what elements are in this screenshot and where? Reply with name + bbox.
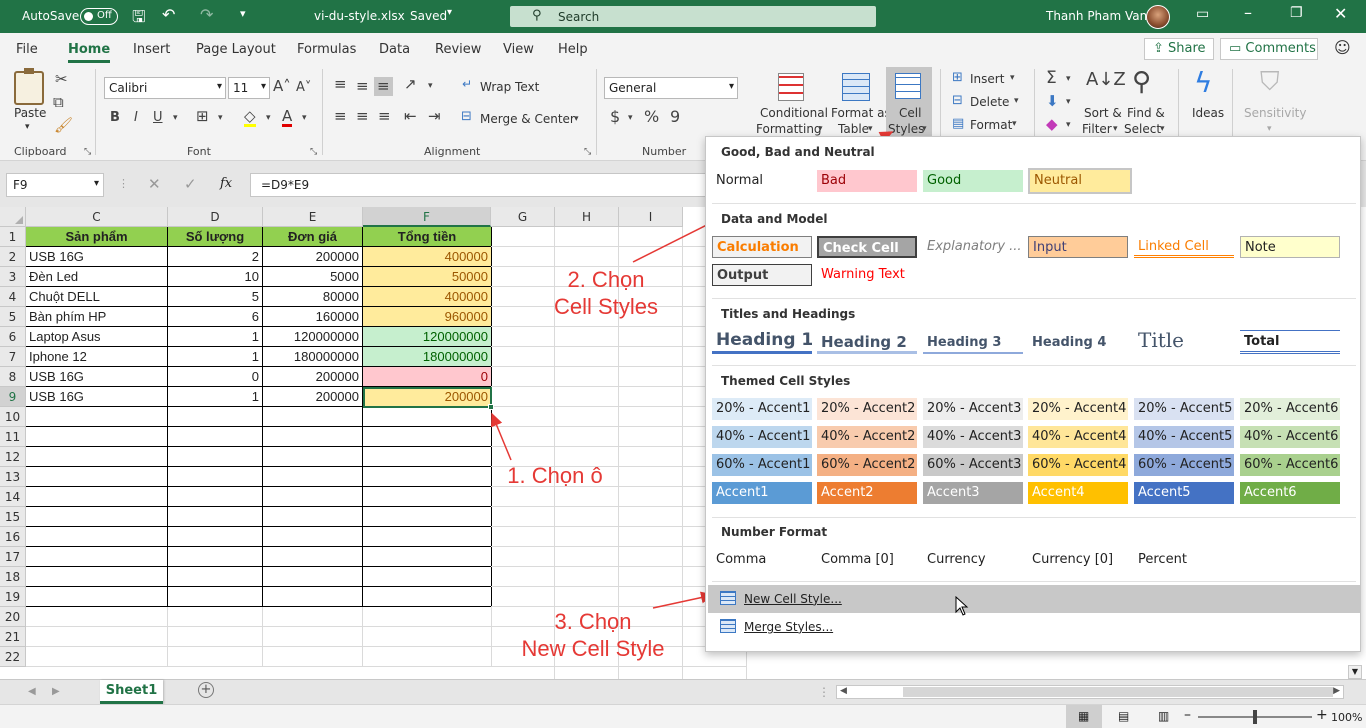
style-currency[interactable]: Currency bbox=[923, 549, 1023, 571]
style-themed-accent[interactable]: Accent3 bbox=[923, 482, 1023, 504]
add-sheet-icon[interactable]: + bbox=[198, 682, 214, 698]
scroll-left-icon[interactable]: ◀ bbox=[840, 686, 847, 696]
style-themed-accent[interactable]: 20% - Accent2 bbox=[817, 398, 917, 420]
style-themed-accent[interactable]: 20% - Accent4 bbox=[1028, 398, 1128, 420]
merge-styles-menu-item[interactable]: Merge Styles... bbox=[708, 613, 1360, 641]
style-normal[interactable]: Normal bbox=[712, 170, 812, 192]
zoom-slider[interactable] bbox=[1198, 710, 1312, 724]
page-layout-view-icon[interactable]: ▤ bbox=[1118, 709, 1129, 723]
style-comma-0[interactable]: Comma [0] bbox=[817, 549, 917, 571]
style-themed-accent[interactable]: 40% - Accent2 bbox=[817, 426, 917, 448]
annotation-step2-line1: 2. Chọn bbox=[567, 267, 645, 292]
style-themed-accent[interactable]: 60% - Accent5 bbox=[1134, 454, 1234, 476]
prev-sheet-icon[interactable]: ◀ bbox=[28, 686, 36, 697]
section-data-model: Data and Model bbox=[721, 212, 828, 226]
style-calculation[interactable]: Calculation bbox=[712, 236, 812, 258]
zoom-in-icon[interactable]: + bbox=[1316, 707, 1328, 723]
merge-styles-label: Merge Styles... bbox=[744, 620, 834, 634]
merge-styles-icon bbox=[720, 619, 736, 633]
style-themed-accent[interactable]: 60% - Accent6 bbox=[1240, 454, 1340, 476]
style-currency-0[interactable]: Currency [0] bbox=[1028, 549, 1128, 571]
style-comma[interactable]: Comma bbox=[712, 549, 812, 571]
style-themed-accent[interactable]: 60% - Accent1 bbox=[712, 454, 812, 476]
annotation-step1: 1. Chọn ô bbox=[507, 463, 603, 488]
style-themed-accent[interactable]: 20% - Accent5 bbox=[1134, 398, 1234, 420]
section-titles: Titles and Headings bbox=[721, 307, 856, 321]
divider bbox=[712, 365, 1356, 366]
scroll-down-icon[interactable]: ▼ bbox=[1348, 665, 1362, 679]
style-heading-3[interactable]: Heading 3 bbox=[923, 332, 1023, 354]
style-heading-4[interactable]: Heading 4 bbox=[1028, 332, 1128, 354]
style-themed-accent[interactable]: 40% - Accent4 bbox=[1028, 426, 1128, 448]
status-bar: ▦ ▤ ▥ – + 100% bbox=[0, 704, 1366, 728]
zoom-level[interactable]: 100% bbox=[1331, 711, 1362, 724]
scrollbar-thumb[interactable] bbox=[903, 687, 1333, 697]
style-themed-accent[interactable]: 40% - Accent1 bbox=[712, 426, 812, 448]
new-cell-style-label: New Cell Style... bbox=[744, 592, 842, 606]
style-linked-cell[interactable]: Linked Cell bbox=[1134, 236, 1234, 258]
section-themed: Themed Cell Styles bbox=[721, 374, 851, 388]
style-themed-accent[interactable]: 60% - Accent2 bbox=[817, 454, 917, 476]
new-cell-style-menu-item[interactable]: New Cell Style... bbox=[708, 585, 1360, 613]
style-themed-accent[interactable]: Accent2 bbox=[817, 482, 917, 504]
zoom-slider-thumb[interactable] bbox=[1253, 710, 1257, 724]
normal-view-icon: ▦ bbox=[1078, 709, 1090, 723]
scroll-right-icon[interactable]: ▶ bbox=[1333, 686, 1340, 696]
divider bbox=[712, 581, 1356, 582]
horizontal-scrollbar[interactable]: ◀ ▶ bbox=[836, 685, 1344, 699]
style-themed-accent[interactable]: Accent1 bbox=[712, 482, 812, 504]
next-sheet-icon[interactable]: ▶ bbox=[52, 686, 60, 697]
new-cell-style-icon bbox=[720, 591, 736, 605]
style-percent[interactable]: Percent bbox=[1134, 549, 1234, 571]
style-heading-1[interactable]: Heading 1 bbox=[712, 328, 812, 354]
style-good[interactable]: Good bbox=[923, 170, 1023, 192]
divider bbox=[712, 203, 1356, 204]
style-themed-accent[interactable]: 60% - Accent4 bbox=[1028, 454, 1128, 476]
arrow-step1 bbox=[491, 412, 512, 461]
style-input[interactable]: Input bbox=[1028, 236, 1128, 258]
style-themed-accent[interactable]: 40% - Accent6 bbox=[1240, 426, 1340, 448]
style-title[interactable]: Title bbox=[1134, 325, 1234, 353]
page-break-view-icon[interactable]: ▥ bbox=[1158, 709, 1169, 723]
section-number-format: Number Format bbox=[721, 525, 828, 539]
annotation-step3-line2: New Cell Style bbox=[521, 636, 665, 661]
annotation-step3-line1: 3. Chọn bbox=[554, 609, 632, 634]
more-icon: ⋮ bbox=[818, 685, 830, 699]
arrow-step3 bbox=[652, 591, 715, 609]
mouse-cursor-icon bbox=[955, 596, 969, 616]
divider bbox=[712, 517, 1356, 518]
style-heading-2[interactable]: Heading 2 bbox=[817, 330, 917, 354]
style-themed-accent[interactable]: 20% - Accent6 bbox=[1240, 398, 1340, 420]
style-neutral[interactable]: Neutral bbox=[1028, 168, 1132, 194]
style-themed-accent[interactable]: 60% - Accent3 bbox=[923, 454, 1023, 476]
style-themed-accent[interactable]: Accent4 bbox=[1028, 482, 1128, 504]
style-themed-accent[interactable]: 40% - Accent5 bbox=[1134, 426, 1234, 448]
style-explanatory[interactable]: Explanatory ... bbox=[923, 236, 1023, 258]
style-themed-accent[interactable]: 20% - Accent3 bbox=[923, 398, 1023, 420]
style-output[interactable]: Output bbox=[712, 264, 812, 286]
normal-view-button[interactable]: ▦ bbox=[1066, 705, 1102, 728]
style-total[interactable]: Total bbox=[1240, 330, 1340, 354]
style-note[interactable]: Note bbox=[1240, 236, 1340, 258]
style-warning-text[interactable]: Warning Text bbox=[817, 264, 917, 286]
style-themed-accent[interactable]: Accent5 bbox=[1134, 482, 1234, 504]
style-bad[interactable]: Bad bbox=[817, 170, 917, 192]
sheet-tab-sheet1[interactable]: Sheet1 bbox=[100, 680, 163, 704]
cell-styles-gallery: Good, Bad and Neutral Normal Bad Good Ne… bbox=[705, 136, 1361, 652]
style-check-cell[interactable]: Check Cell bbox=[817, 236, 917, 258]
style-themed-accent[interactable]: Accent6 bbox=[1240, 482, 1340, 504]
divider bbox=[712, 298, 1356, 299]
annotation-step2-line2: Cell Styles bbox=[554, 294, 658, 319]
style-themed-accent[interactable]: 20% - Accent1 bbox=[712, 398, 812, 420]
zoom-out-icon[interactable]: – bbox=[1184, 707, 1191, 723]
sheet-tabs-bar: ◀ ▶ Sheet1 + ⋮ ◀ ▶ bbox=[0, 679, 1366, 704]
style-themed-accent[interactable]: 40% - Accent3 bbox=[923, 426, 1023, 448]
section-good-bad: Good, Bad and Neutral bbox=[721, 145, 875, 159]
